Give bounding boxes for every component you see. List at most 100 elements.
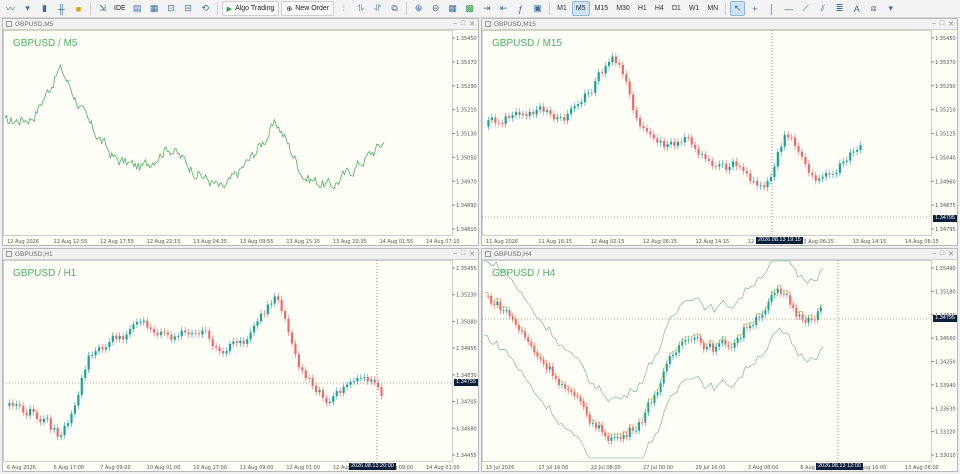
chart-plot-area[interactable]: GBPUSD / M5 1.35450 1.35370 1.35290 1.35210…	[3, 30, 478, 245]
candle-body	[504, 116, 507, 124]
maximize-icon[interactable]: □	[461, 250, 465, 258]
candle-body	[128, 329, 132, 335]
candle-body	[776, 288, 779, 293]
chart-window-h4[interactable]: GBPUSD,H4 – □ ✕ GBPUSD / H4 1.35490 1.35180…	[481, 248, 958, 472]
ide-button[interactable]: IDE	[112, 1, 128, 16]
zoom-in-icon[interactable]: ⊕	[411, 1, 426, 16]
candle-body	[335, 390, 338, 396]
folder-icon[interactable]: ■	[71, 1, 86, 16]
text-tool-icon[interactable]: A	[849, 1, 864, 16]
candle-body	[564, 384, 567, 389]
timeframe-d1[interactable]: D1	[669, 1, 684, 16]
trade-up-icon[interactable]: ⥮	[353, 1, 368, 16]
minimize-icon[interactable]: –	[453, 250, 457, 258]
signal-icon[interactable]: ⫶	[336, 1, 351, 16]
channel-icon[interactable]: ⫽	[815, 1, 830, 16]
timeframe-w1[interactable]: W1	[686, 1, 703, 16]
candle-body	[187, 332, 190, 335]
trendline-icon[interactable]: ⟋	[798, 1, 813, 16]
candle-body	[352, 381, 356, 382]
price-axis-label: 1.34455	[456, 453, 477, 459]
candles-icon[interactable]: ▮	[37, 1, 52, 16]
time-axis-label: 6 Aug 17:00	[54, 465, 85, 471]
minimize-icon[interactable]: –	[453, 20, 457, 28]
candle-body	[166, 332, 170, 335]
cursor-icon[interactable]: ↖	[730, 1, 746, 16]
scroll-icon[interactable]: ⇥	[479, 1, 494, 16]
trade-down-icon[interactable]: ⥯	[370, 1, 385, 16]
chart-window-h1[interactable]: GBPUSD,H1 – □ ✕ GBPUSD / H1 1.35455 1.35230…	[2, 248, 479, 472]
candle-body	[831, 173, 835, 175]
data-window-icon[interactable]: ▦	[147, 1, 162, 16]
templates-icon[interactable]: ▣	[530, 1, 545, 16]
candle-body	[559, 117, 562, 118]
timeframe-m15[interactable]: M15	[592, 1, 612, 16]
indicators-icon[interactable]: ƒ	[513, 1, 528, 16]
tester-icon[interactable]: ⊡	[164, 1, 179, 16]
price-chart-svg[interactable]: 1.35450 1.35370 1.35290 1.35210 1.35130 1.350…	[3, 30, 478, 245]
more-tools-icon[interactable]: ▾	[883, 1, 898, 16]
timeframe-m5[interactable]: M5	[571, 1, 590, 16]
price-axis-label: 1.35450	[935, 36, 956, 42]
chart-window-m15[interactable]: GBPUSD,M15 – □ ✕ GBPUSD / M15 1.35450 1.353…	[481, 18, 958, 246]
price-axis-label: 1.33630	[935, 406, 956, 412]
time-axis-label: 13 Aug 04:35	[193, 239, 227, 245]
minimize-icon[interactable]: –	[932, 250, 936, 258]
price-chart-svg[interactable]: 1.35450 1.35370 1.35290 1.35210 1.35125 1.350…	[482, 30, 957, 245]
line-chart-icon[interactable]: 〰	[3, 1, 18, 16]
candle-body	[528, 111, 531, 116]
navigator-icon[interactable]: ⇲	[95, 1, 110, 16]
candle-body	[699, 337, 702, 343]
terminal-icon[interactable]: ⊟	[181, 1, 196, 16]
grid-icon[interactable]: ▩	[462, 1, 477, 16]
chart-plot-area[interactable]: GBPUSD / H1 1.35455 1.35230 1.35080 1.34955…	[3, 260, 478, 471]
timeframe-m1[interactable]: M1	[554, 1, 570, 16]
maximize-icon[interactable]: □	[940, 250, 944, 258]
market-watch-icon[interactable]: ▤	[130, 1, 145, 16]
chart-plot-area[interactable]: GBPUSD / H4 1.354901.351801.348701.34560…	[482, 260, 957, 471]
horizontal-line-icon[interactable]: —	[781, 1, 796, 16]
chart-type-dropdown-icon[interactable]: ▾	[20, 1, 35, 16]
time-axis-label: 13 Aug 09:55	[240, 239, 274, 245]
candle-body	[745, 171, 748, 174]
time-axis-label: 13 Aug 20:35	[333, 239, 367, 245]
price-chart-svg[interactable]: 1.354551.352301.350801.349551.348301.347…	[3, 260, 478, 471]
candle-body	[204, 330, 207, 332]
bars-icon[interactable]: ╫	[54, 1, 69, 16]
crosshair-icon[interactable]: +	[747, 1, 762, 16]
shapes-icon[interactable]: ⧈	[866, 1, 881, 16]
price-chart-svg[interactable]: 1.354901.351801.348701.345601.342501.339…	[482, 260, 957, 471]
close-icon[interactable]: ✕	[948, 20, 954, 28]
close-icon[interactable]: ✕	[469, 250, 475, 258]
vertical-line-icon[interactable]: │	[764, 1, 779, 16]
maximize-icon[interactable]: □	[461, 20, 465, 28]
candle-body	[146, 320, 149, 328]
close-icon[interactable]: ✕	[948, 250, 954, 258]
close-icon[interactable]: ✕	[469, 20, 475, 28]
timeframe-h4[interactable]: H4	[652, 1, 667, 16]
maximize-icon[interactable]: □	[940, 20, 944, 28]
fibonacci-icon[interactable]: ≣	[832, 1, 847, 16]
plot-frame	[482, 30, 932, 236]
shift-icon[interactable]: ⇤	[496, 1, 511, 16]
timeframe-mn[interactable]: MN	[704, 1, 721, 16]
tile-windows-icon[interactable]: ▦	[445, 1, 460, 16]
new-order-button[interactable]: ⊕ New Order	[281, 1, 335, 16]
chart-plot-area[interactable]: GBPUSD / M15 1.35450 1.35370 1.35290 1.3521…	[482, 30, 957, 245]
depth-icon[interactable]: ⧉	[387, 1, 402, 16]
candle-body	[727, 344, 730, 348]
algo-trading-button[interactable]: ▶ Algo Trading	[221, 1, 280, 16]
history-icon[interactable]: ⟲	[198, 1, 213, 16]
candle-body	[514, 111, 518, 116]
minimize-icon[interactable]: –	[932, 20, 936, 28]
candle-body	[687, 137, 690, 138]
timeframe-h1[interactable]: H1	[635, 1, 650, 16]
candle-body	[635, 430, 637, 432]
chart-window-m5[interactable]: GBPUSD,M5 – □ ✕ GBPUSD / M5 1.35450 1.35370…	[2, 18, 479, 246]
timeframe-m30[interactable]: M30	[613, 1, 633, 16]
candle-body	[539, 356, 542, 360]
zoom-out-icon[interactable]: ⊖	[428, 1, 443, 16]
candle-body	[601, 425, 604, 433]
candle-body	[218, 347, 221, 352]
candle-body	[115, 335, 118, 339]
